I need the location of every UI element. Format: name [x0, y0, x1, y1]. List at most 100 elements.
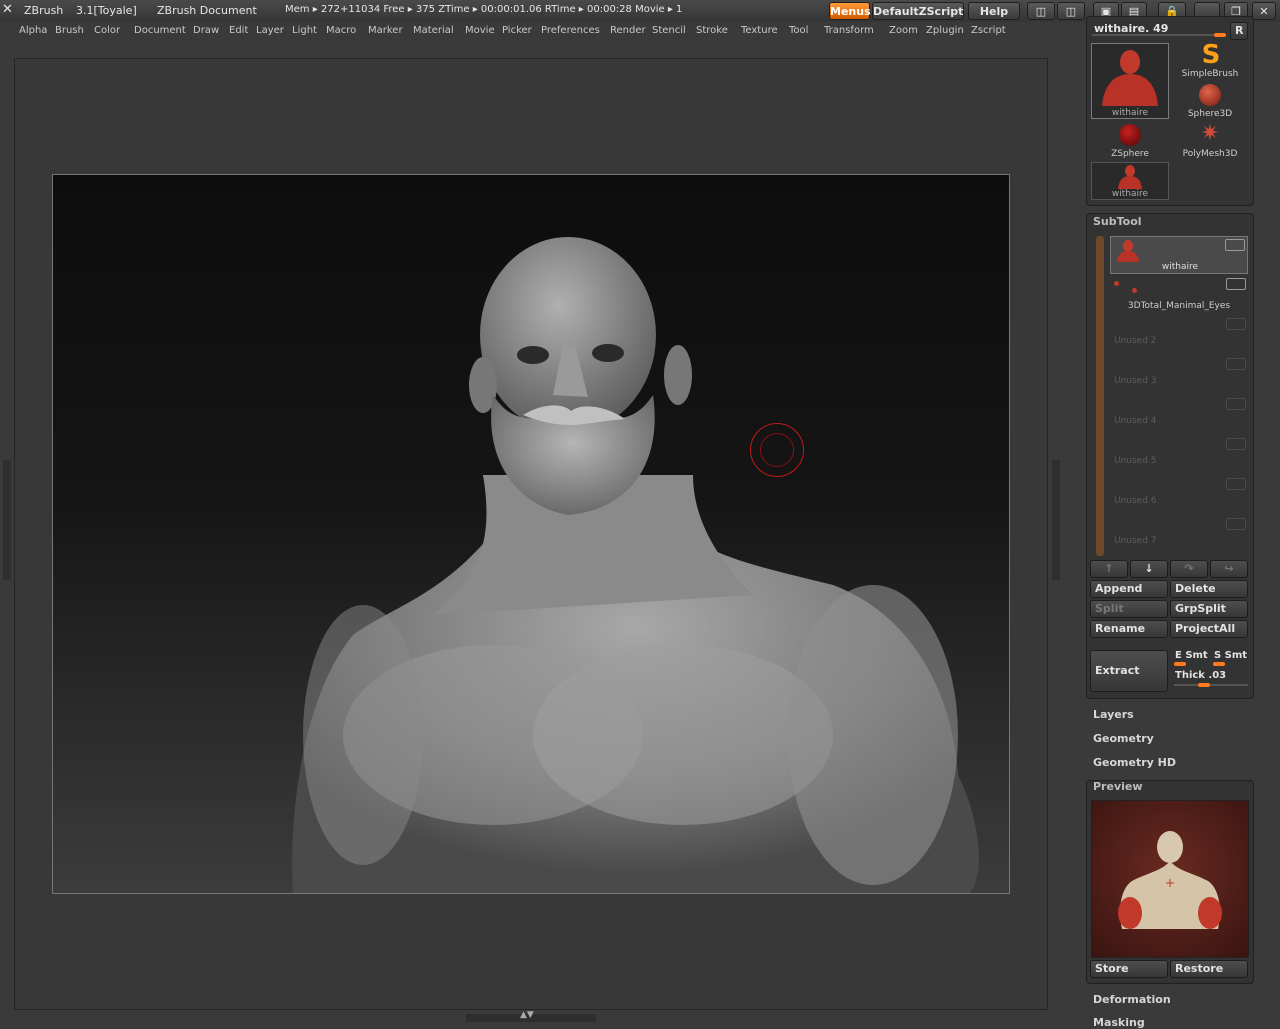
subtool-row[interactable]: Unused 7	[1110, 516, 1248, 554]
subtool-row[interactable]: 3DTotal_Manimal_Eyes	[1110, 276, 1248, 314]
menu-item-alpha[interactable]: Alpha	[19, 25, 47, 36]
tool-label: ZSphere	[1111, 149, 1149, 159]
subtool-title[interactable]: SubTool	[1093, 215, 1142, 228]
menu-item-zscript[interactable]: Zscript	[971, 25, 1006, 36]
app-version: 3.1[Toyale]	[76, 4, 137, 17]
subtool-row[interactable]: Unused 3	[1110, 356, 1248, 394]
subtool-row[interactable]: Unused 6	[1110, 476, 1248, 514]
menu-item-texture[interactable]: Texture	[741, 25, 778, 36]
subtool-row[interactable]: withaire	[1110, 236, 1248, 274]
redo-icon[interactable]: ↷	[1170, 560, 1208, 578]
thick-slider-knob[interactable]	[1198, 683, 1210, 687]
menus-button[interactable]: Menus	[829, 2, 871, 20]
rename-button[interactable]: Rename	[1090, 620, 1168, 638]
visibility-toggle-icon[interactable]	[1226, 278, 1246, 290]
tool-label: SimpleBrush	[1181, 69, 1239, 79]
menu-item-draw[interactable]: Draw	[193, 25, 219, 36]
extract-button[interactable]: Extract	[1090, 650, 1168, 692]
menu-bar: Alpha Brush Color Document Draw Edit Lay…	[0, 22, 1085, 40]
tool-thumb-withaire-small[interactable]: withaire	[1091, 162, 1169, 200]
help-button[interactable]: Help	[968, 2, 1020, 20]
polymesh3d-icon[interactable]: ✷	[1198, 122, 1222, 146]
subtool-row[interactable]: Unused 2	[1110, 316, 1248, 354]
layout-left-icon[interactable]: ◫	[1027, 2, 1055, 20]
move-up-icon[interactable]: ↑	[1090, 560, 1128, 578]
menu-item-transform[interactable]: Transform	[824, 25, 874, 36]
preview-title[interactable]: Preview	[1093, 780, 1143, 793]
subtool-scrollbar[interactable]	[1096, 236, 1104, 556]
masking-section[interactable]: Masking	[1093, 1016, 1145, 1029]
menu-item-picker[interactable]: Picker	[502, 25, 532, 36]
tool-label: Sphere3D	[1187, 109, 1233, 119]
store-button[interactable]: Store	[1090, 960, 1168, 978]
menu-item-render[interactable]: Render	[610, 25, 646, 36]
subtool-label: Unused 5	[1114, 456, 1157, 466]
visibility-toggle-icon[interactable]	[1226, 318, 1246, 330]
simplebrush-icon[interactable]: S	[1196, 40, 1226, 70]
thick-slider[interactable]	[1174, 684, 1248, 686]
subtool-label: Unused 3	[1114, 376, 1157, 386]
geometry-section[interactable]: Geometry	[1093, 732, 1154, 745]
layers-section[interactable]: Layers	[1093, 708, 1134, 721]
zsphere-icon[interactable]	[1119, 124, 1141, 146]
thick-label[interactable]: Thick .03	[1175, 670, 1226, 681]
menu-item-tool[interactable]: Tool	[789, 25, 808, 36]
subtool-row[interactable]: Unused 4	[1110, 396, 1248, 434]
menu-item-macro[interactable]: Macro	[326, 25, 356, 36]
menu-item-stencil[interactable]: Stencil	[652, 25, 686, 36]
delete-button[interactable]: Delete	[1170, 580, 1248, 598]
split-button[interactable]: Split	[1090, 600, 1168, 618]
visibility-toggle-icon[interactable]	[1226, 358, 1246, 370]
subtool-row[interactable]: Unused 5	[1110, 436, 1248, 474]
menu-item-layer[interactable]: Layer	[256, 25, 284, 36]
default-zscript-button[interactable]: DefaultZScript	[872, 2, 964, 20]
subtool-label: Unused 2	[1114, 336, 1157, 346]
tool-thumb-withaire[interactable]: withaire	[1091, 43, 1169, 119]
projectall-button[interactable]: ProjectAll	[1170, 620, 1248, 638]
menu-item-movie[interactable]: Movie	[465, 25, 495, 36]
e-smt-label[interactable]: E Smt	[1175, 650, 1208, 661]
subtool-label: Unused 6	[1114, 496, 1157, 506]
subtool-label: Unused 7	[1114, 536, 1157, 546]
visibility-toggle-icon[interactable]	[1226, 478, 1246, 490]
menu-item-color[interactable]: Color	[94, 25, 120, 36]
restore-button[interactable]: Restore	[1170, 960, 1248, 978]
menu-item-light[interactable]: Light	[292, 25, 317, 36]
visibility-toggle-icon[interactable]	[1226, 398, 1246, 410]
s-smt-slider-knob[interactable]	[1213, 662, 1225, 666]
append-button[interactable]: Append	[1090, 580, 1168, 598]
menu-item-stroke[interactable]: Stroke	[696, 25, 728, 36]
canvas[interactable]	[52, 174, 1010, 894]
menu-item-zoom[interactable]: Zoom	[889, 25, 918, 36]
menu-item-zplugin[interactable]: Zplugin	[926, 25, 964, 36]
deformation-section[interactable]: Deformation	[1093, 993, 1171, 1006]
tool-slider[interactable]	[1092, 34, 1226, 36]
menu-item-document[interactable]: Document	[134, 25, 186, 36]
subtool-label: 3DTotal_Manimal_Eyes	[1127, 301, 1231, 311]
right-tray-handle[interactable]	[1052, 460, 1060, 580]
menu-item-material[interactable]: Material	[413, 25, 454, 36]
tool-slider-knob[interactable]	[1214, 33, 1226, 37]
menu-item-marker[interactable]: Marker	[368, 25, 403, 36]
forward-icon[interactable]: ↪	[1210, 560, 1248, 578]
layout-right-icon[interactable]: ◫	[1057, 2, 1085, 20]
expand-arrows-icon[interactable]: ▲▼	[520, 1010, 534, 1020]
move-down-icon[interactable]: ↓	[1130, 560, 1168, 578]
sculpt-model-image	[292, 237, 979, 893]
close-icon[interactable]: ✕	[1252, 2, 1276, 20]
r-button[interactable]: R	[1230, 22, 1248, 40]
menu-item-preferences[interactable]: Preferences	[541, 25, 600, 36]
e-smt-slider-knob[interactable]	[1174, 662, 1186, 666]
visibility-toggle-icon[interactable]	[1225, 239, 1245, 251]
visibility-toggle-icon[interactable]	[1226, 438, 1246, 450]
menu-item-brush[interactable]: Brush	[55, 25, 84, 36]
menu-item-edit[interactable]: Edit	[229, 25, 248, 36]
grpsplit-button[interactable]: GrpSplit	[1170, 600, 1248, 618]
visibility-toggle-icon[interactable]	[1226, 518, 1246, 530]
sphere3d-icon[interactable]	[1199, 84, 1221, 106]
s-smt-label[interactable]: S Smt	[1214, 650, 1247, 661]
geometry-hd-section[interactable]: Geometry HD	[1093, 756, 1176, 769]
withaire-bust-icon	[1102, 50, 1158, 106]
left-tray-handle[interactable]	[3, 460, 11, 580]
preview-viewport[interactable]	[1091, 800, 1249, 958]
